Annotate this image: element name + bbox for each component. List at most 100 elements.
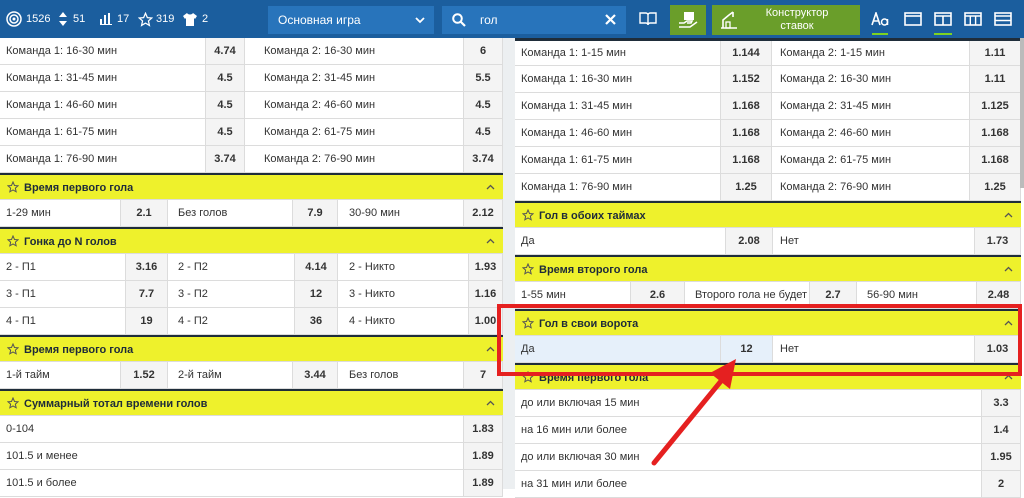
market-header-total-time[interactable]: Суммарный тотал времени голов <box>0 389 503 416</box>
live-filter[interactable]: 1526 <box>6 0 50 38</box>
market-row: Команда 1: 61-75 мин 1.168 Команда 2: 61… <box>515 147 1021 174</box>
odds-button[interactable]: 7.9 <box>292 200 338 226</box>
bet-label: 4 - Никто <box>349 315 395 327</box>
star-icon[interactable] <box>7 235 19 247</box>
odds-button[interactable]: 3.74 <box>205 146 245 172</box>
odds-button[interactable]: 6 <box>463 38 503 64</box>
odds-button[interactable]: 1.83 <box>463 416 503 442</box>
odds-button[interactable]: 1.4 <box>981 417 1021 443</box>
odds-button[interactable]: 2 <box>981 471 1021 497</box>
odds-button[interactable]: 1.168 <box>720 120 772 146</box>
market-title: Время первого гола <box>24 182 134 194</box>
odds-button[interactable]: 1.89 <box>463 443 503 469</box>
chevron-up-icon[interactable] <box>1004 266 1013 272</box>
highlight-box <box>497 304 1022 376</box>
sort-filter[interactable]: 51 <box>58 0 85 38</box>
shirt-filter[interactable]: 2 <box>183 0 208 38</box>
bet-constructor-button[interactable]: Конструктор ставок <box>712 5 860 35</box>
bet-label: 2 - П2 <box>178 261 208 273</box>
odds-button[interactable]: 4.5 <box>463 119 503 145</box>
odds-button[interactable]: 4.5 <box>205 119 245 145</box>
odds-button[interactable]: 5.5 <box>463 65 503 91</box>
odds-button[interactable]: 1.11 <box>969 41 1021 65</box>
clear-search-icon[interactable] <box>605 14 616 25</box>
odds-button[interactable]: 3.3 <box>981 390 1021 416</box>
star-icon[interactable] <box>522 263 534 275</box>
chevron-up-icon[interactable] <box>486 238 495 244</box>
odds-button[interactable]: 2.12 <box>463 200 503 226</box>
odds-button[interactable]: 1.125 <box>969 93 1021 119</box>
odds-button[interactable]: 1.168 <box>969 147 1021 173</box>
odds-button[interactable]: 1.95 <box>981 444 1021 470</box>
odds-button[interactable]: 3.44 <box>292 362 338 388</box>
layout-three-columns-button[interactable] <box>958 0 988 38</box>
star-icon[interactable] <box>7 343 19 355</box>
odds-button[interactable]: 19 <box>125 308 168 334</box>
favorites-filter[interactable]: 319 <box>138 0 174 38</box>
market-row: Да 2.08 Нет 1.73 <box>515 228 1021 255</box>
bet-label: 2-й тайм <box>178 369 222 381</box>
odds-button[interactable]: 7.7 <box>125 281 168 307</box>
odds-button[interactable]: 4.74 <box>205 38 245 64</box>
font-size-button[interactable] <box>866 0 894 38</box>
scrollbar[interactable] <box>1020 38 1024 188</box>
odds-button[interactable]: 1.89 <box>463 470 503 496</box>
book-button[interactable] <box>632 0 664 38</box>
odds-button[interactable]: 4.5 <box>205 92 245 118</box>
bet-label: 3 - Никто <box>349 288 395 300</box>
bet-label: Команда 2: 46-60 мин <box>264 99 376 111</box>
odds-button[interactable]: 1.168 <box>720 93 772 119</box>
bet-label: Без голов <box>178 207 228 219</box>
odds-button[interactable]: 1.168 <box>720 147 772 173</box>
odds-button[interactable]: 1.73 <box>974 228 1021 254</box>
odds-button[interactable]: 1.52 <box>120 362 168 388</box>
odds-button[interactable]: 36 <box>294 308 338 334</box>
bet-label: Команда 2: 1-15 мин <box>780 47 885 59</box>
market-header-first-goal-half[interactable]: Время первого гола <box>0 335 503 362</box>
search-input[interactable]: гол <box>480 13 498 27</box>
odds-button[interactable]: 4.14 <box>294 254 338 280</box>
odds-button[interactable]: 2.08 <box>725 228 773 254</box>
odds-button[interactable]: 1.152 <box>720 66 772 92</box>
market-header-first-goal[interactable]: Время первого гола <box>0 173 503 200</box>
game-type-select[interactable]: Основная игра <box>268 6 434 34</box>
odds-button[interactable]: 12 <box>294 281 338 307</box>
layout-compact-button[interactable] <box>988 0 1018 38</box>
market-header-race[interactable]: Гонка до N голов <box>0 227 503 254</box>
odds-button[interactable]: 1.25 <box>720 174 772 200</box>
sort-count: 51 <box>73 13 86 25</box>
chevron-up-icon[interactable] <box>486 400 495 406</box>
stats-filter[interactable]: 17 <box>100 0 129 38</box>
odds-button[interactable]: 3.16 <box>125 254 168 280</box>
chevron-up-icon[interactable] <box>486 346 495 352</box>
odds-button[interactable]: 2.1 <box>120 200 168 226</box>
chevron-up-icon[interactable] <box>1004 212 1013 218</box>
odds-button[interactable]: 1.11 <box>969 66 1021 92</box>
odds-button[interactable]: 1.93 <box>468 254 503 280</box>
star-icon[interactable] <box>522 209 534 221</box>
bet-label: Команда 1: 61-75 мин <box>6 126 118 138</box>
layout-single-button[interactable] <box>898 0 928 38</box>
market-row: 101.5 и более 1.89 <box>0 470 503 497</box>
odds-button[interactable]: 4.5 <box>205 65 245 91</box>
market-header-second-goal[interactable]: Время второго гола <box>515 255 1021 282</box>
layout-three-columns-icon <box>964 12 982 26</box>
odds-button[interactable]: 3.74 <box>463 146 503 172</box>
layout-two-columns-button[interactable] <box>928 0 958 38</box>
right-market-column: Команда 1: 1-15 мин 1.144 Команда 2: 1-1… <box>515 38 1021 498</box>
market-header-both-halves[interactable]: Гол в обоих таймах <box>515 201 1021 228</box>
star-icon[interactable] <box>7 181 19 193</box>
chevron-up-icon[interactable] <box>486 184 495 190</box>
bet-label: Команда 1: 16-30 мин <box>521 73 633 85</box>
bet-label: 2 - Никто <box>349 261 395 273</box>
bet-label: Команда 2: 31-45 мин <box>264 72 376 84</box>
coupon-button[interactable] <box>670 5 706 35</box>
star-icon[interactable] <box>7 397 19 409</box>
odds-button[interactable]: 1.25 <box>969 174 1021 200</box>
odds-button[interactable]: 1.144 <box>720 41 772 65</box>
odds-button[interactable]: 1.168 <box>969 120 1021 146</box>
market-row: до или включая 15 мин 3.3 <box>515 390 1021 417</box>
search-box[interactable]: гол <box>442 6 626 34</box>
odds-button[interactable]: 4.5 <box>463 92 503 118</box>
active-indicator <box>872 33 888 35</box>
